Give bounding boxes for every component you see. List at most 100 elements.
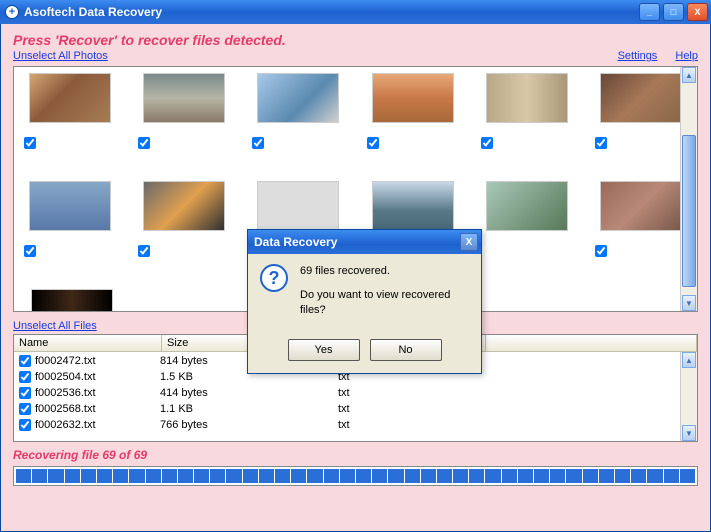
yes-button[interactable]: Yes: [288, 339, 360, 361]
photo-item[interactable]: [481, 181, 573, 281]
photo-item[interactable]: [367, 73, 459, 173]
photo-checkbox[interactable]: [252, 137, 264, 149]
photo-item[interactable]: [595, 73, 687, 173]
file-checkbox[interactable]: [19, 403, 31, 415]
progress-segment: [65, 469, 80, 483]
photo-item[interactable]: [24, 289, 119, 312]
photo-item[interactable]: [138, 181, 230, 281]
progress-segment: [48, 469, 63, 483]
photo-item[interactable]: [252, 73, 344, 173]
photo-item[interactable]: [138, 73, 230, 173]
thumbnail: [486, 181, 568, 231]
progress-segment: [243, 469, 258, 483]
scroll-thumb[interactable]: [682, 135, 696, 287]
progress-segment: [469, 469, 484, 483]
file-extension: txt: [338, 419, 478, 431]
photo-item[interactable]: [595, 181, 687, 281]
scroll-up-arrow[interactable]: ▲: [682, 67, 696, 83]
photo-checkbox[interactable]: [138, 137, 150, 149]
progress-segment: [113, 469, 128, 483]
photo-checkbox[interactable]: [367, 137, 379, 149]
scroll-down-arrow[interactable]: ▼: [682, 425, 696, 441]
scroll-up-arrow[interactable]: ▲: [682, 352, 696, 368]
photo-checkbox[interactable]: [24, 137, 36, 149]
dialog-close-button[interactable]: X: [460, 233, 478, 251]
dialog-title: Data Recovery: [254, 235, 337, 249]
recovery-status: Recovering file 69 of 69: [13, 448, 698, 462]
photo-scrollbar[interactable]: ▲ ▼: [680, 67, 697, 311]
progress-segment: [356, 469, 371, 483]
progress-segment: [405, 469, 420, 483]
progress-segment: [291, 469, 306, 483]
col-header-name[interactable]: Name: [14, 335, 162, 351]
minimize-button[interactable]: _: [639, 3, 660, 21]
unselect-all-photos-link[interactable]: Unselect All Photos: [13, 50, 108, 62]
photo-item[interactable]: [24, 73, 116, 173]
progress-segment: [372, 469, 387, 483]
progress-segment: [388, 469, 403, 483]
settings-link[interactable]: Settings: [618, 50, 658, 62]
no-button[interactable]: No: [370, 339, 442, 361]
progress-segment: [129, 469, 144, 483]
progress-segment: [485, 469, 500, 483]
help-link[interactable]: Help: [675, 50, 698, 62]
file-name: f0002472.txt: [35, 355, 160, 367]
unselect-all-files-link[interactable]: Unselect All Files: [13, 320, 97, 332]
progress-segment: [210, 469, 225, 483]
progress-bar: [13, 466, 698, 486]
file-list-scrollbar[interactable]: ▲ ▼: [680, 352, 697, 441]
thumbnail: [257, 181, 339, 231]
progress-segment: [178, 469, 193, 483]
close-button[interactable]: X: [687, 3, 708, 21]
thumbnail: [372, 73, 454, 123]
titlebar: + Asoftech Data Recovery _ □ X: [0, 0, 711, 24]
photo-checkbox[interactable]: [24, 245, 36, 257]
progress-segment: [162, 469, 177, 483]
progress-segment: [583, 469, 598, 483]
progress-segment: [97, 469, 112, 483]
photo-checkbox[interactable]: [595, 245, 607, 257]
file-size: 1.1 KB: [160, 403, 338, 415]
thumbnail: [600, 181, 682, 231]
progress-segment: [631, 469, 646, 483]
progress-segment: [307, 469, 322, 483]
instruction-text: Press 'Recover' to recover files detecte…: [13, 32, 698, 48]
progress-segment: [550, 469, 565, 483]
thumbnail: [31, 289, 113, 312]
photo-item[interactable]: [481, 73, 573, 173]
table-row[interactable]: f0002632.txt 766 bytes txt: [14, 417, 697, 433]
table-row[interactable]: f0002568.txt 1.1 KB txt: [14, 401, 697, 417]
photo-checkbox[interactable]: [138, 245, 150, 257]
progress-segment: [32, 469, 47, 483]
progress-segment: [324, 469, 339, 483]
progress-segment: [534, 469, 549, 483]
progress-segment: [340, 469, 355, 483]
progress-segment: [680, 469, 695, 483]
progress-segment: [226, 469, 241, 483]
progress-segment: [664, 469, 679, 483]
file-checkbox[interactable]: [19, 419, 31, 431]
progress-segment: [194, 469, 209, 483]
file-name: f0002568.txt: [35, 403, 160, 415]
progress-segment: [453, 469, 468, 483]
file-checkbox[interactable]: [19, 387, 31, 399]
photo-checkbox[interactable]: [481, 137, 493, 149]
table-row[interactable]: f0002536.txt 414 bytes txt: [14, 385, 697, 401]
window-title: Asoftech Data Recovery: [24, 5, 162, 19]
photo-checkbox[interactable]: [595, 137, 607, 149]
progress-segment: [599, 469, 614, 483]
file-name: f0002632.txt: [35, 419, 160, 431]
question-icon: ?: [260, 264, 288, 292]
photo-item[interactable]: [24, 181, 116, 281]
thumbnail: [29, 181, 111, 231]
progress-segment: [259, 469, 274, 483]
file-checkbox[interactable]: [19, 355, 31, 367]
maximize-button[interactable]: □: [663, 3, 684, 21]
progress-segment: [566, 469, 581, 483]
scroll-down-arrow[interactable]: ▼: [682, 295, 696, 311]
file-checkbox[interactable]: [19, 371, 31, 383]
thumbnail: [257, 73, 339, 123]
main-content: Press 'Recover' to recover files detecte…: [0, 24, 711, 532]
progress-segment: [615, 469, 630, 483]
dialog-message-1: 69 files recovered.: [300, 264, 469, 278]
